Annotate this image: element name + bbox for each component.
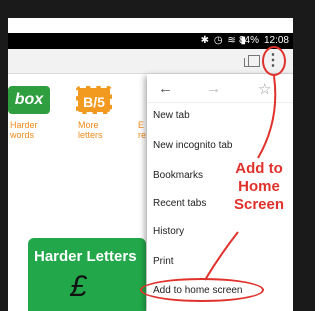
arrow-to-add-home	[204, 231, 239, 281]
annotation-arrows	[204, 75, 277, 281]
arrow-to-menu	[257, 75, 277, 159]
